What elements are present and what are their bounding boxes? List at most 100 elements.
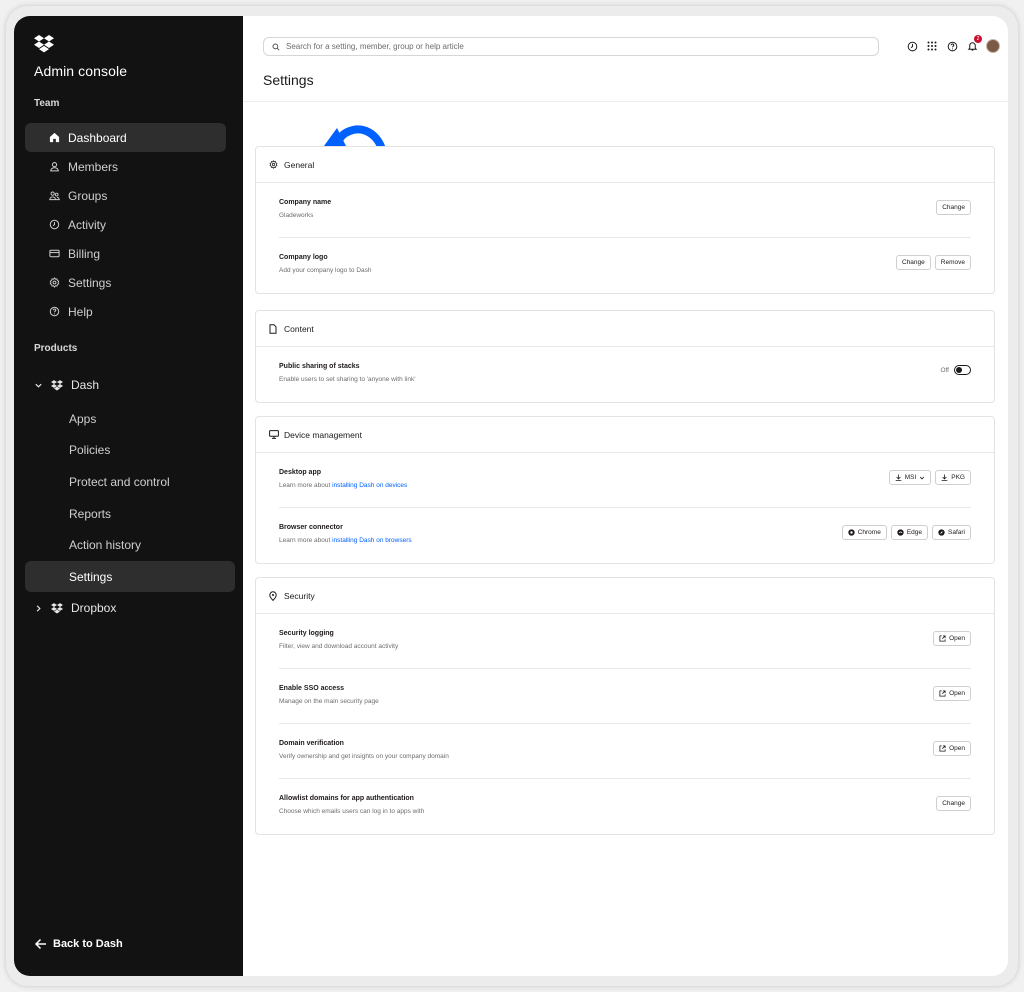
dropbox-logo-icon[interactable] <box>34 35 54 53</box>
back-to-dash-link[interactable]: Back to Dash <box>34 938 123 950</box>
gear-icon <box>269 160 279 170</box>
document-icon <box>269 323 279 334</box>
open-label: Open <box>949 745 965 752</box>
security-card: Security Security logging Filter, view a… <box>255 577 995 835</box>
history-icon[interactable] <box>906 40 918 52</box>
sidebar-item-label: Members <box>68 159 119 174</box>
sidebar-product-dropbox[interactable]: Dropbox <box>34 601 116 615</box>
enable-sso-row: Enable SSO access Manage on the main sec… <box>279 669 971 724</box>
public-sharing-row: Public sharing of stacks Enable users to… <box>279 347 971 402</box>
public-sharing-toggle[interactable] <box>954 365 971 375</box>
card-title: General <box>284 159 315 170</box>
row-description: Filter, view and download account activi… <box>279 643 399 650</box>
company-name-row: Company name Gladeworks Change <box>279 183 971 238</box>
pkg-download-button[interactable]: PKG <box>935 470 971 485</box>
external-link-icon <box>939 690 946 697</box>
product-label: Dash <box>71 378 100 392</box>
sidebar-item-activity[interactable]: Activity <box>25 210 226 239</box>
device-card-header: Device management <box>256 417 994 453</box>
card-title: Content <box>284 323 314 334</box>
sidebar-subitem-policies[interactable]: Policies <box>25 434 235 465</box>
app-title: Admin console <box>34 63 128 79</box>
msi-download-dropdown[interactable]: MSI <box>888 470 932 485</box>
app-window: Admin console Team Dashboard Members Gro… <box>14 16 1008 976</box>
remove-logo-button[interactable]: Remove <box>934 255 971 270</box>
card-title: Device management <box>284 429 362 440</box>
open-sso-button[interactable]: Open <box>933 686 971 701</box>
sidebar-item-dashboard[interactable]: Dashboard <box>25 123 226 152</box>
row-title: Company name <box>279 199 332 206</box>
sidebar-subitem-settings[interactable]: Settings <box>25 561 235 592</box>
row-title: Allowlist domains for app authentication <box>279 795 414 802</box>
top-bar-icons: 2 <box>906 35 1000 53</box>
search-placeholder: Search for a setting, member, group or h… <box>286 42 464 51</box>
row-description: Verify ownership and get insights on you… <box>279 753 449 760</box>
row-description: Learn more about installing Dash on brow… <box>279 537 412 544</box>
row-description: Choose which emails users can log in to … <box>279 808 425 815</box>
security-logging-row: Security logging Filter, view and downlo… <box>279 614 971 669</box>
row-title: Public sharing of stacks <box>279 363 360 370</box>
change-company-name-button[interactable]: Change <box>936 200 971 215</box>
open-domain-verification-button[interactable]: Open <box>933 741 971 756</box>
help-icon[interactable] <box>946 40 958 52</box>
sidebar-item-label: Groups <box>68 188 108 203</box>
sidebar-subitem-reports[interactable]: Reports <box>25 498 235 529</box>
safari-label: Safari <box>948 529 965 536</box>
row-description-text: Learn more about <box>279 482 333 489</box>
external-link-icon <box>939 635 946 642</box>
change-logo-button[interactable]: Change <box>896 255 931 270</box>
general-card: General Company name Gladeworks Change C… <box>255 146 995 294</box>
sidebar-item-label: Dashboard <box>68 130 127 145</box>
sidebar-item-settings[interactable]: Settings <box>25 268 226 297</box>
sidebar-product-dash[interactable]: Dash <box>34 378 99 392</box>
notification-bell-icon[interactable]: 2 <box>966 35 982 52</box>
sidebar-item-label: Help <box>68 304 93 319</box>
card-title: Security <box>284 590 315 601</box>
msi-label: MSI <box>904 474 917 481</box>
edge-button[interactable]: Edge <box>890 525 929 540</box>
device-management-card: Device management Desktop app Learn more… <box>255 416 995 564</box>
sidebar-item-billing[interactable]: Billing <box>25 239 226 268</box>
gear-icon <box>48 277 60 289</box>
row-description: Add your company logo to Dash <box>279 267 372 274</box>
row-title: Browser connector <box>279 524 343 531</box>
arrow-left-icon <box>34 938 46 950</box>
safari-icon <box>938 529 945 536</box>
sidebar-item-label: Settings <box>68 275 112 290</box>
sharing-toggle-wrap: Off <box>940 365 971 375</box>
dropbox-product-icon <box>51 602 63 614</box>
chrome-button[interactable]: Chrome <box>841 525 887 540</box>
products-section-label: Products <box>34 343 78 354</box>
search-input[interactable]: Search for a setting, member, group or h… <box>263 37 879 56</box>
installing-dash-on-browsers-link[interactable]: installing Dash on browsers <box>332 537 411 544</box>
security-card-header: Security <box>256 578 994 614</box>
avatar[interactable] <box>986 39 1000 53</box>
app-grid-icon[interactable] <box>926 40 938 52</box>
sidebar-item-help[interactable]: Help <box>25 297 226 326</box>
change-allowlist-button[interactable]: Change <box>936 796 971 811</box>
row-description-text: Learn more about <box>279 537 333 544</box>
main-content: Search for a setting, member, group or h… <box>243 16 1008 976</box>
edge-icon <box>897 529 904 536</box>
home-icon <box>48 132 60 144</box>
sidebar-item-groups[interactable]: Groups <box>25 181 226 210</box>
row-value: Gladeworks <box>279 212 314 219</box>
sidebar-subitem-action-history[interactable]: Action history <box>25 529 235 560</box>
person-icon <box>48 161 60 173</box>
sidebar-subitem-protect-and-control[interactable]: Protect and control <box>25 466 235 497</box>
browser-connector-row: Browser connector Learn more about insta… <box>279 508 971 563</box>
sidebar-subitem-apps[interactable]: Apps <box>25 403 235 434</box>
general-card-header: General <box>256 147 994 183</box>
sidebar-item-members[interactable]: Members <box>25 152 226 181</box>
safari-button[interactable]: Safari <box>932 525 971 540</box>
domain-verification-row: Domain verification Verify ownership and… <box>279 724 971 779</box>
dropbox-product-icon <box>51 379 63 391</box>
toggle-state-label: Off <box>940 366 949 374</box>
open-label: Open <box>949 635 965 642</box>
product-label: Dropbox <box>71 601 117 615</box>
open-security-logging-button[interactable]: Open <box>933 631 971 646</box>
page-title: Settings <box>263 72 314 88</box>
row-title: Security logging <box>279 630 334 637</box>
installing-dash-on-devices-link[interactable]: installing Dash on devices <box>332 482 407 489</box>
sidebar: Admin console Team Dashboard Members Gro… <box>14 16 243 976</box>
